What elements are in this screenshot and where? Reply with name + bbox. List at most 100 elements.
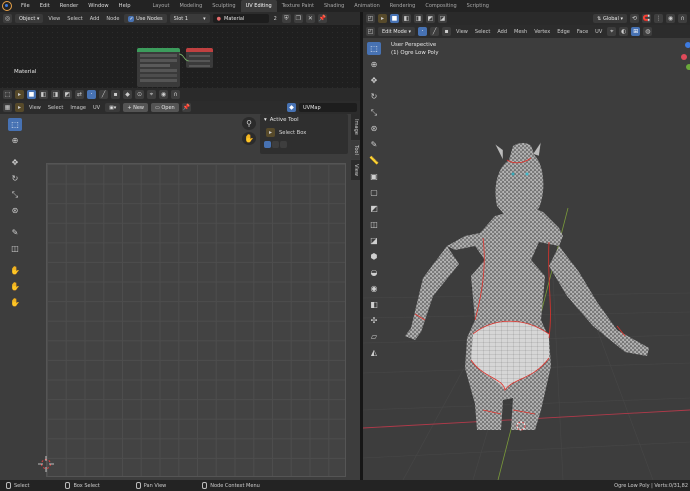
vp-mode-new-icon[interactable]: ■ [390, 14, 399, 23]
ogre-mesh[interactable] [405, 141, 649, 430]
gizmo-y-icon[interactable] [686, 64, 690, 70]
move-tool-icon[interactable]: ✥ [8, 156, 22, 169]
transform-orientation-dropdown[interactable]: ⇅ Global ▾ [593, 14, 627, 23]
face-select-icon[interactable]: ▪ [111, 90, 120, 99]
uvmap-field[interactable]: UVMap [299, 103, 357, 112]
vp-measure-icon[interactable]: 📏 [367, 154, 381, 167]
falloff-icon[interactable]: ∩ [171, 90, 180, 99]
use-nodes-toggle[interactable]: ✓ Use Nodes [124, 14, 167, 23]
tab-image[interactable]: Image [351, 114, 360, 140]
uv-select-tool-icon[interactable]: ▸ [15, 103, 24, 112]
select-mode-subtract-icon[interactable]: ◨ [51, 90, 60, 99]
scale-tool-icon[interactable]: ⤡ [8, 188, 22, 201]
tab-view[interactable]: View [351, 160, 360, 180]
gizmo-x-icon[interactable] [681, 54, 687, 60]
node-menu-view[interactable]: View [46, 16, 62, 22]
gizmo-z-icon[interactable] [685, 42, 690, 48]
tab-tool[interactable]: Tool [351, 141, 360, 159]
select-mode-extend-icon[interactable]: ◧ [39, 90, 48, 99]
snap-increment-icon[interactable]: ⋮ [654, 14, 663, 23]
tab-modeling[interactable]: Modeling [175, 0, 208, 12]
vp-mode-invert-icon[interactable]: ◩ [426, 14, 435, 23]
grab-tool-icon[interactable]: ✋ [8, 264, 22, 277]
uv-menu-view[interactable]: View [27, 105, 43, 111]
uv-editor-type-icon[interactable]: ▦ [3, 103, 12, 112]
vp-mode-extend-icon[interactable]: ◧ [402, 14, 411, 23]
poly-build-icon[interactable]: ⬢ [367, 250, 381, 263]
loop-cut-icon[interactable]: ◫ [367, 218, 381, 231]
vp-editor-type-icon[interactable]: ◰ [366, 14, 375, 23]
tab-scripting[interactable]: Scripting [462, 0, 494, 12]
select-mode-invert-icon[interactable]: ◩ [63, 90, 72, 99]
menu-edit[interactable]: Edit [35, 3, 55, 9]
tab-texture-paint[interactable]: Texture Paint [277, 0, 319, 12]
mirror-x-icon[interactable]: ⊞ [631, 27, 641, 36]
vp-menu-add[interactable]: Add [495, 29, 509, 35]
tab-animation[interactable]: Animation [349, 0, 385, 12]
collapse-arrow-icon[interactable]: ▾ [264, 117, 267, 123]
node-menu-select[interactable]: Select [65, 16, 84, 22]
select-box-tool-icon[interactable]: ▸ [15, 90, 24, 99]
image-browse-dropdown[interactable]: ▣▾ [105, 103, 121, 112]
vp-transform-icon[interactable]: ⊛ [367, 122, 381, 135]
menu-window[interactable]: Window [83, 3, 113, 9]
3d-viewport[interactable]: ⬚ ⊕ ✥ ↻ ⤡ ⊛ ✎ 📏 ▣ ▢ ◩ ◫ ◪ ⬢ ◒ ◉ ◧ ✣ ▱ ◭ … [363, 38, 690, 480]
vp-menu-vertex[interactable]: Vertex [532, 29, 552, 35]
tab-sculpting[interactable]: Sculpting [207, 0, 240, 12]
blender-logo-icon[interactable] [2, 1, 12, 11]
vp-select-tool-icon[interactable]: ▸ [378, 14, 387, 23]
bevel-icon[interactable]: ◩ [367, 202, 381, 215]
edit-mode-dropdown[interactable]: Edit Mode ▾ [378, 27, 416, 36]
editor-type-icon[interactable]: ◎ [3, 14, 12, 23]
material-output-node[interactable] [186, 48, 213, 68]
vp-select-box-icon[interactable]: ⬚ [367, 42, 381, 55]
pin-icon[interactable]: 📌 [317, 14, 327, 23]
tab-compositing[interactable]: Compositing [420, 0, 461, 12]
vp-move-icon[interactable]: ✥ [367, 74, 381, 87]
uv-menu-select[interactable]: Select [46, 105, 65, 111]
vp-annotate-icon[interactable]: ✎ [367, 138, 381, 151]
duplicate-icon[interactable]: ❐ [293, 14, 303, 23]
slot-dropdown[interactable]: Slot 1 ▾ [169, 14, 210, 23]
vp-menu-select[interactable]: Select [473, 29, 492, 35]
shrink-fatten-icon[interactable]: ✣ [367, 314, 381, 327]
node-menu-node[interactable]: Node [104, 16, 121, 22]
node-menu-add[interactable]: Add [88, 16, 102, 22]
xray-icon[interactable]: ⌖ [607, 27, 617, 36]
transform-tool-icon[interactable]: ⊛ [8, 204, 22, 217]
pivot-point-icon[interactable]: ⟲ [630, 14, 639, 23]
shading-icon[interactable]: ◍ [643, 27, 653, 36]
tool-select-icon[interactable]: ⬚ [3, 90, 12, 99]
vertex-select-icon[interactable]: · [87, 90, 96, 99]
2d-cursor-icon[interactable] [38, 456, 54, 472]
vp-rotate-icon[interactable]: ↻ [367, 90, 381, 103]
pin-image-icon[interactable]: 📌 [181, 103, 191, 112]
open-image-button[interactable]: ▭ Open [151, 103, 179, 112]
new-image-button[interactable]: + New [123, 103, 148, 112]
rip-tool-icon[interactable]: ◫ [8, 242, 22, 255]
overlay-icon[interactable]: ◐ [619, 27, 629, 36]
cursor-tool-icon[interactable]: ⊕ [8, 134, 22, 147]
spin-icon[interactable]: ◒ [367, 266, 381, 279]
menu-render[interactable]: Render [55, 3, 83, 9]
mode-subtract-icon[interactable] [280, 141, 287, 148]
uv-menu-uv[interactable]: UV [91, 105, 102, 111]
sync-selection-icon[interactable]: ⇄ [75, 90, 84, 99]
unlink-icon[interactable]: ✕ [305, 14, 315, 23]
pan-hand-icon[interactable]: ✋ [242, 132, 256, 145]
snap-icon[interactable]: ⌖ [147, 90, 156, 99]
zoom-icon[interactable]: ⚲ [242, 117, 256, 130]
vp-proportional-icon[interactable]: ◉ [666, 14, 675, 23]
menu-help[interactable]: Help [114, 3, 136, 9]
select-mode-new-icon[interactable]: ■ [27, 90, 36, 99]
tab-uv-editing[interactable]: UV Editing [240, 0, 277, 12]
uv-editor-canvas[interactable]: ⬚ ⊕ ✥ ↻ ⤡ ⊛ ✎ ◫ ✋ ✋ ✋ ⚲ ✋ ▾ Active Tool … [0, 114, 360, 480]
vp-menu-edge[interactable]: Edge [555, 29, 572, 35]
object-mode-dropdown[interactable]: Object ▾ [15, 14, 44, 23]
rip-region-icon[interactable]: ◭ [367, 346, 381, 359]
fake-user-icon[interactable]: ⛨ [281, 14, 291, 23]
proportional-icon[interactable]: ◉ [159, 90, 168, 99]
vp-menu-view[interactable]: View [454, 29, 470, 35]
material-field[interactable]: ● Material [212, 14, 269, 23]
tab-layout[interactable]: Layout [148, 0, 175, 12]
